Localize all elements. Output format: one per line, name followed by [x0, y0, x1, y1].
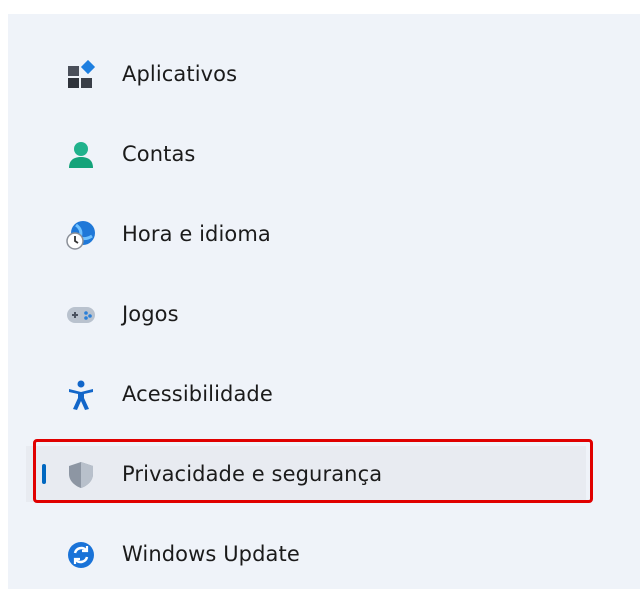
- nav-item-contas[interactable]: Contas: [26, 126, 586, 182]
- apps-icon: [66, 59, 96, 90]
- nav-item-windows-update[interactable]: Windows Update: [26, 526, 586, 582]
- nav-item-hora-e-idioma[interactable]: Hora e idioma: [26, 206, 586, 262]
- nav-item-label: Privacidade e segurança: [122, 462, 383, 486]
- shield-icon: [66, 460, 96, 490]
- nav-item-label: Jogos: [122, 302, 179, 326]
- nav-item-jogos[interactable]: Jogos: [26, 286, 586, 342]
- nav-item-acessibilidade[interactable]: Acessibilidade: [26, 366, 586, 422]
- nav-item-label: Acessibilidade: [122, 382, 273, 406]
- nav-item-aplicativos[interactable]: Aplicativos: [26, 46, 586, 102]
- accessibility-icon: [66, 380, 96, 410]
- gamepad-icon: [66, 300, 96, 330]
- time-language-icon: [66, 220, 96, 250]
- nav-item-label: Hora e idioma: [122, 222, 271, 246]
- selection-indicator: [42, 464, 46, 484]
- nav-item-label: Windows Update: [122, 542, 300, 566]
- account-icon: [66, 140, 96, 170]
- nav-item-privacidade-e-seguranca[interactable]: Privacidade e segurança: [26, 446, 586, 502]
- nav-item-label: Contas: [122, 142, 196, 166]
- nav-item-label: Aplicativos: [122, 62, 238, 86]
- update-icon: [66, 540, 96, 570]
